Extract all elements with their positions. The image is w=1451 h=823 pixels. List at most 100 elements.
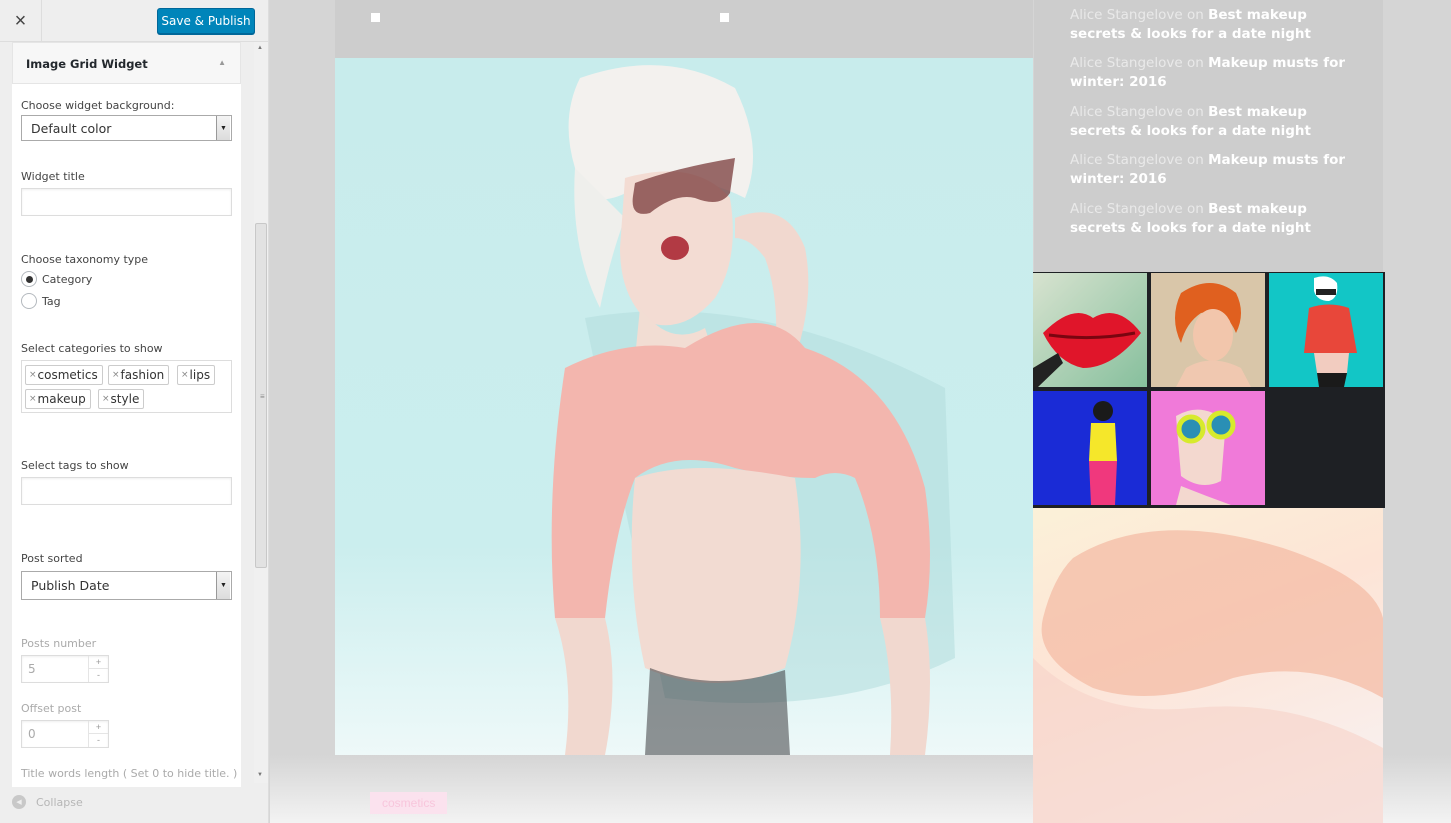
scroll-up-icon[interactable]: ▲ <box>257 45 263 51</box>
grip-icon: ≡ <box>260 392 265 401</box>
comment-on: on <box>1186 152 1204 168</box>
remove-icon[interactable]: × <box>102 394 110 404</box>
increment-icon[interactable]: + <box>89 656 108 669</box>
category-chip[interactable]: × lips <box>177 365 216 385</box>
grid-image-orange-hair[interactable] <box>1151 273 1265 387</box>
posts-number-stepper[interactable]: 5 + - <box>21 655 109 683</box>
radio-unchecked[interactable] <box>21 293 37 309</box>
dropdown-arrow-icon[interactable]: ▼ <box>216 116 230 140</box>
radio-checked[interactable] <box>21 271 37 287</box>
comment-item[interactable]: Alice Stangelove on Best makeup secrets … <box>1070 103 1360 141</box>
orange-hair-portrait-photo <box>1175 283 1251 387</box>
widget-title-label: Widget title <box>21 170 85 183</box>
background-label: Choose widget background: <box>21 99 175 112</box>
placeholder-square-icon <box>720 13 729 22</box>
tags-input[interactable] <box>21 477 232 505</box>
comment-on: on <box>1186 104 1204 120</box>
scroll-down-icon[interactable]: ▼ <box>257 772 263 778</box>
model-red-sweater-photo <box>551 65 955 755</box>
hero-top-bar <box>335 0 1033 58</box>
remove-icon[interactable]: × <box>112 370 120 380</box>
category-chip-label: lips <box>189 368 211 382</box>
tags-label: Select tags to show <box>21 459 129 472</box>
category-chip[interactable]: × makeup <box>25 389 91 409</box>
category-chip[interactable]: × cosmetics <box>25 365 103 385</box>
grid-image-yellow-top[interactable] <box>1033 391 1147 505</box>
comment-on: on <box>1186 7 1204 23</box>
category-chip[interactable]: × fashion <box>108 365 170 385</box>
remove-icon[interactable]: × <box>181 370 189 380</box>
sort-select[interactable]: Publish Date ▼ <box>21 571 232 600</box>
stepper-buttons[interactable]: + - <box>88 721 108 747</box>
stepper-buttons[interactable]: + - <box>88 656 108 682</box>
taxonomy-option-label: Category <box>42 272 93 286</box>
categories-label: Select categories to show <box>21 342 163 355</box>
panel-scrollbar[interactable]: ▲ ≡ ▼ <box>254 42 268 783</box>
recent-comments-widget: Alice Stangelove on Best makeup secrets … <box>1034 0 1383 272</box>
category-chip-label: fashion <box>120 368 165 382</box>
category-chip-label: makeup <box>37 392 86 406</box>
taxonomy-option-tag[interactable]: Tag <box>21 293 61 309</box>
hero-image[interactable] <box>335 58 1033 755</box>
sort-label: Post sorted <box>21 552 83 565</box>
posts-number-label: Posts number <box>21 637 97 650</box>
site-preview: cosmetics Alice Stangelove on Best makeu… <box>270 0 1451 823</box>
sort-select-value: Publish Date <box>31 578 110 593</box>
makeup-smear-photo <box>1033 530 1383 823</box>
background-select[interactable]: Default color ▼ <box>21 115 232 141</box>
collapse-icon: ◀ <box>12 795 26 809</box>
placeholder-square-icon <box>371 13 380 22</box>
increment-icon[interactable]: + <box>89 721 108 734</box>
remove-icon[interactable]: × <box>29 370 37 380</box>
grid-image-lips[interactable] <box>1033 273 1147 387</box>
taxonomy-label: Choose taxonomy type <box>21 253 149 266</box>
comment-item[interactable]: Alice Stangelove on Makeup musts for win… <box>1070 54 1360 92</box>
comment-author[interactable]: Alice Stangelove <box>1070 7 1183 23</box>
yellow-top-blue-backdrop-photo <box>1089 401 1117 505</box>
comment-on: on <box>1186 201 1204 217</box>
red-sweater-sunglasses-photo <box>1304 276 1357 387</box>
widget-header-title: Image Grid Widget <box>26 57 148 71</box>
red-lips-photo <box>1033 273 1147 387</box>
category-chip-label: cosmetics <box>37 368 98 382</box>
customizer-sidebar: × Save & Publish Image Grid Widget ▲ Cho… <box>0 0 269 823</box>
comment-item[interactable]: Alice Stangelove on Makeup musts for win… <box>1070 151 1360 189</box>
customizer-header: × Save & Publish <box>0 0 268 42</box>
offset-label: Offset post <box>21 702 82 715</box>
offset-stepper[interactable]: 0 + - <box>21 720 109 748</box>
comment-item[interactable]: Alice Stangelove on Best makeup secrets … <box>1070 200 1360 238</box>
title-length-label: Title words length ( Set 0 to hide title… <box>21 767 238 780</box>
close-icon[interactable]: × <box>0 0 42 42</box>
yellow-glasses-pink-backdrop-photo <box>1176 409 1236 505</box>
collapse-label: Collapse <box>36 795 83 809</box>
comment-on: on <box>1186 55 1204 71</box>
comment-author[interactable]: Alice Stangelove <box>1070 201 1183 217</box>
save-publish-button[interactable]: Save & Publish <box>157 8 255 34</box>
offset-value: 0 <box>28 727 36 741</box>
decrement-icon[interactable]: - <box>89 734 108 747</box>
comment-author[interactable]: Alice Stangelove <box>1070 152 1183 168</box>
hero-category-badge[interactable]: cosmetics <box>370 792 448 814</box>
grid-image-yellow-glasses[interactable] <box>1151 391 1265 505</box>
background-select-value: Default color <box>31 120 112 136</box>
widget-title-input[interactable] <box>21 188 232 216</box>
widget-header[interactable]: Image Grid Widget ▲ <box>12 42 241 84</box>
collapse-arrow-icon[interactable]: ▲ <box>218 58 226 67</box>
remove-icon[interactable]: × <box>29 394 37 404</box>
dropdown-arrow-icon[interactable]: ▼ <box>216 572 230 599</box>
image-grid-widget <box>1033 272 1385 508</box>
decrement-icon[interactable]: - <box>89 669 108 682</box>
posts-number-value: 5 <box>28 662 36 676</box>
comment-author[interactable]: Alice Stangelove <box>1070 104 1183 120</box>
taxonomy-option-category[interactable]: Category <box>21 271 92 287</box>
grid-image-sunglasses[interactable] <box>1269 273 1383 387</box>
comment-author[interactable]: Alice Stangelove <box>1070 55 1183 71</box>
comment-item[interactable]: Alice Stangelove on Best makeup secrets … <box>1070 6 1360 44</box>
category-chip-label: style <box>110 392 140 406</box>
categories-multiselect[interactable]: × cosmetics × fashion × lips × makeup × style <box>21 360 232 413</box>
taxonomy-option-label: Tag <box>42 294 61 308</box>
category-chip[interactable]: × style <box>98 389 145 409</box>
collapse-button[interactable]: ◀ Collapse <box>12 795 83 809</box>
scrollbar-thumb[interactable]: ≡ <box>255 223 267 568</box>
makeup-smear-image[interactable] <box>1033 508 1383 823</box>
